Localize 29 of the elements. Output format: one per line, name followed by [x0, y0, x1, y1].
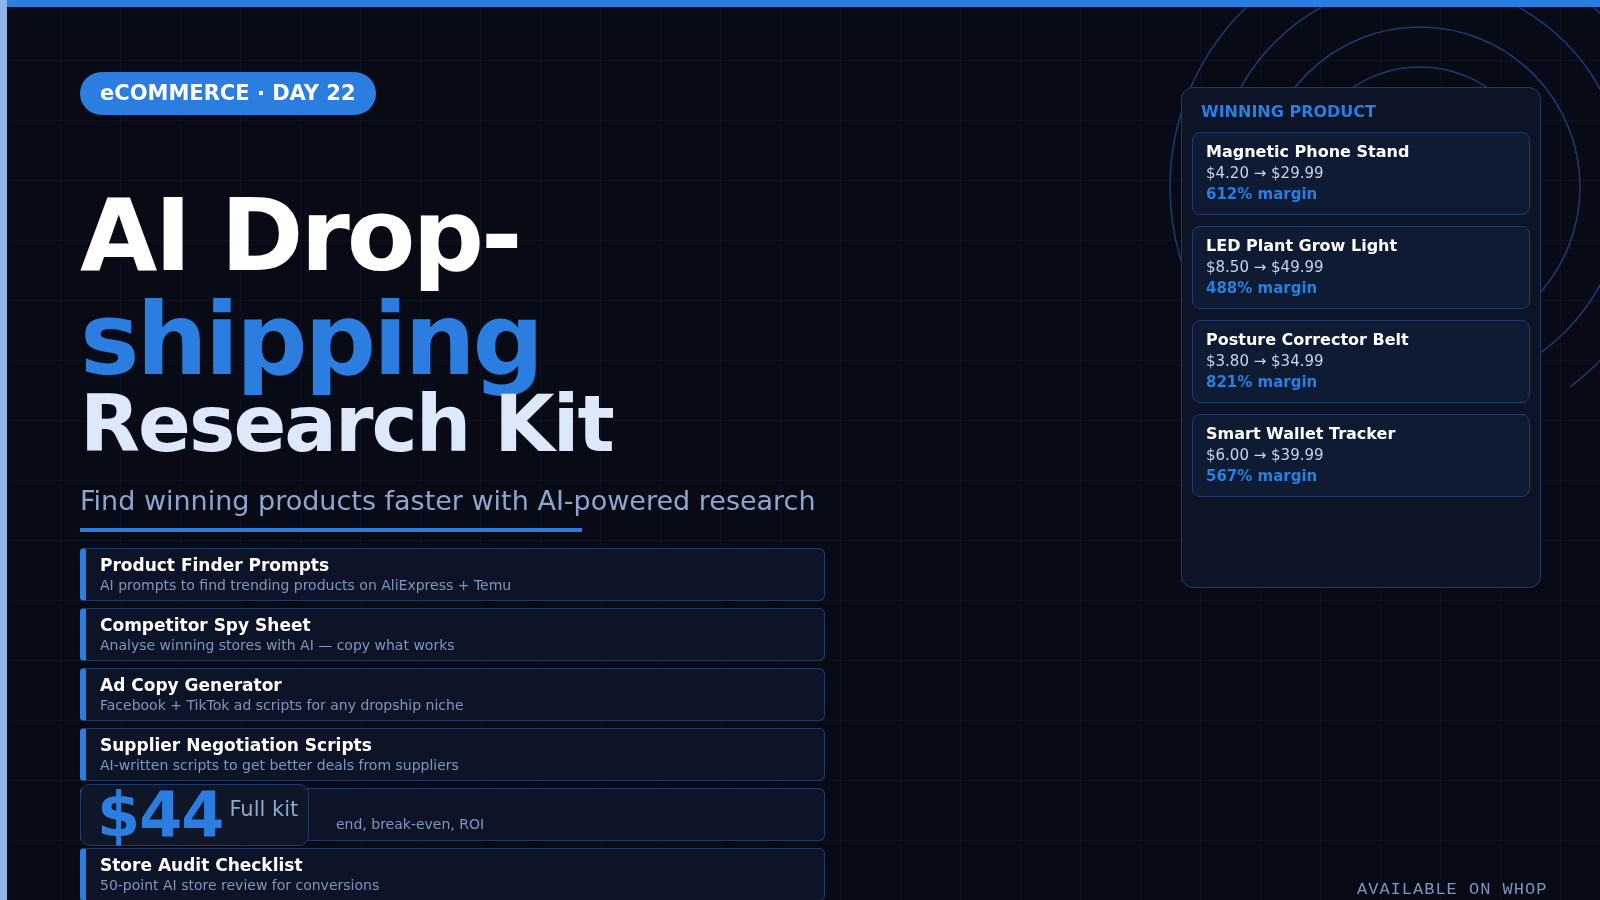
- price: $44: [97, 783, 224, 846]
- feature-title: Ad Copy Generator: [100, 674, 283, 696]
- product-margin: 567% margin: [1206, 466, 1319, 486]
- availability-note: AVAILABLE ON WHOP: [1357, 879, 1548, 900]
- product-prices: $8.50 → $49.99: [1206, 257, 1325, 278]
- feature-description: 50-point AI store review for conversions: [100, 875, 381, 895]
- product-margin: 612% margin: [1206, 184, 1319, 204]
- product-name: Posture Corrector Belt: [1206, 329, 1410, 351]
- feature-description: AI-written scripts to get better deals from suppliers: [100, 755, 460, 775]
- product-prices: $6.00 → $39.99: [1206, 445, 1325, 466]
- product-margin: 821% margin: [1206, 372, 1319, 392]
- feature-title: Product Finder Prompts: [100, 554, 331, 576]
- feature-description: end, break-even, ROI: [336, 814, 486, 834]
- feature-title: Competitor Spy Sheet: [100, 614, 312, 636]
- feature-title: Store Audit Checklist: [100, 854, 304, 876]
- price-label: Full kit: [229, 795, 299, 823]
- product-margin: 488% margin: [1206, 278, 1319, 298]
- category-badge: eCOMMERCE · DAY 22: [80, 72, 376, 115]
- product-prices: $4.20 → $29.99: [1206, 163, 1325, 184]
- panel-heading: WINNING PRODUCT: [1200, 101, 1377, 123]
- feature-description: Facebook + TikTok ad scripts for any dropship niche: [100, 695, 465, 715]
- feature-description: Analyse winning stores with AI — copy what works: [100, 635, 456, 655]
- feature-description: AI prompts to find trending products on AliExpress + Temu: [100, 575, 513, 595]
- product-prices: $3.80 → $34.99: [1206, 351, 1325, 372]
- subtitle: Find winning products faster with AI-powered research: [80, 484, 817, 518]
- product-name: Magnetic Phone Stand: [1206, 141, 1411, 163]
- product-name: LED Plant Grow Light: [1206, 235, 1399, 257]
- feature-title: Supplier Negotiation Scripts: [100, 734, 373, 756]
- product-name: Smart Wallet Tracker: [1206, 423, 1397, 445]
